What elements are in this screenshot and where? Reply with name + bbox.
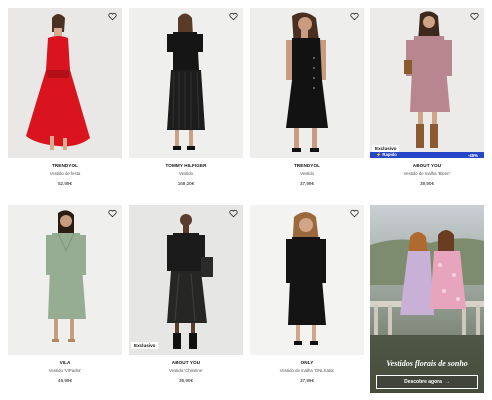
dress-photo-red: [8, 8, 122, 158]
product-brand: TOMMY HILFIGER: [165, 163, 207, 168]
discover-now-label: Descobre agora: [404, 379, 442, 385]
product-description: Vestido: [178, 171, 194, 176]
product-info[interactable]: ABOUT YOU Vestido 'Christine' 39,90€: [129, 360, 243, 383]
dress-photo-sage-wrap: [8, 205, 122, 355]
product-description: Vestido: [299, 171, 315, 176]
favorite-heart-icon[interactable]: [470, 12, 479, 21]
product-image[interactable]: Exclusivo ⚡Rapido -45%: [370, 8, 484, 158]
dress-photo-black-knit: [250, 205, 364, 355]
product-price: 169,20€: [177, 181, 195, 186]
product-brand: ABOUT YOU: [412, 163, 442, 168]
product-brand: VILA: [59, 360, 71, 365]
deal-value: -45%: [467, 152, 478, 158]
product-image[interactable]: [129, 8, 243, 158]
product-price: 37,99€: [299, 378, 315, 383]
product-brand: TRENDYOL: [51, 163, 79, 168]
product-price: 37,99€: [299, 181, 315, 186]
promo-title: Vestidos florais de sonho: [386, 359, 468, 368]
dress-photo-black-leather: [129, 205, 243, 355]
favorite-heart-icon[interactable]: [108, 12, 117, 21]
deal-label-group: ⚡Rapido: [376, 152, 397, 158]
dress-photo-mauve-knit: [370, 8, 484, 158]
favorite-heart-icon[interactable]: [108, 209, 117, 218]
product-image[interactable]: Exclusivo: [129, 205, 243, 355]
discover-now-button[interactable]: Descobre agora →: [376, 375, 478, 389]
product-brand: TRENDYOL: [293, 163, 321, 168]
product-info[interactable]: TRENDYOL Vestido de festa 52,99€: [8, 163, 122, 186]
favorite-heart-icon[interactable]: [350, 209, 359, 218]
product-description: Vestido de malha 'Bleen': [403, 171, 451, 176]
product-info[interactable]: ONLY Vestido de malha 'ONLKatia' 37,99€: [250, 360, 364, 383]
favorite-heart-icon[interactable]: [229, 12, 238, 21]
product-info[interactable]: ABOUT YOU Vestido de malha 'Bleen' 39,90…: [370, 163, 484, 186]
product-image[interactable]: [250, 8, 364, 158]
product-info[interactable]: VILA Vestido 'VIPadra' 49,99€: [8, 360, 122, 383]
product-image[interactable]: [8, 8, 122, 158]
product-image[interactable]: [250, 205, 364, 355]
lightning-icon: ⚡: [376, 152, 382, 157]
deal-label: Rapido: [382, 152, 397, 157]
product-info[interactable]: TOMMY HILFIGER Vestido 169,20€: [129, 163, 243, 186]
exclusive-badge: Exclusivo: [372, 145, 400, 152]
exclusive-badge: Exclusivo: [131, 342, 159, 349]
promo-banner[interactable]: Vestidos florais de sonho Descobre agora…: [370, 205, 484, 393]
product-info[interactable]: TRENDYOL Vestido 37,99€: [250, 163, 364, 186]
dress-photo-black-pleated: [129, 8, 243, 158]
product-price: 39,90€: [178, 378, 194, 383]
favorite-heart-icon[interactable]: [229, 209, 238, 218]
product-description: Vestido de malha 'ONLKatia': [279, 368, 335, 373]
product-price: 39,90€: [419, 181, 435, 186]
favorite-heart-icon[interactable]: [350, 12, 359, 21]
product-brand: ONLY: [300, 360, 314, 365]
product-description: Vestido 'Christine': [169, 368, 203, 373]
dress-photo-black-sleeveless: [250, 8, 364, 158]
product-description: Vestido 'VIPadra': [48, 368, 82, 373]
deal-bar: ⚡Rapido -45%: [370, 152, 484, 158]
product-image[interactable]: [8, 205, 122, 355]
product-description: Vestido de festa: [49, 171, 81, 176]
product-price: 52,99€: [57, 181, 73, 186]
product-price: 49,99€: [57, 378, 73, 383]
product-brand: ABOUT YOU: [171, 360, 201, 365]
arrow-right-icon: →: [444, 379, 450, 385]
